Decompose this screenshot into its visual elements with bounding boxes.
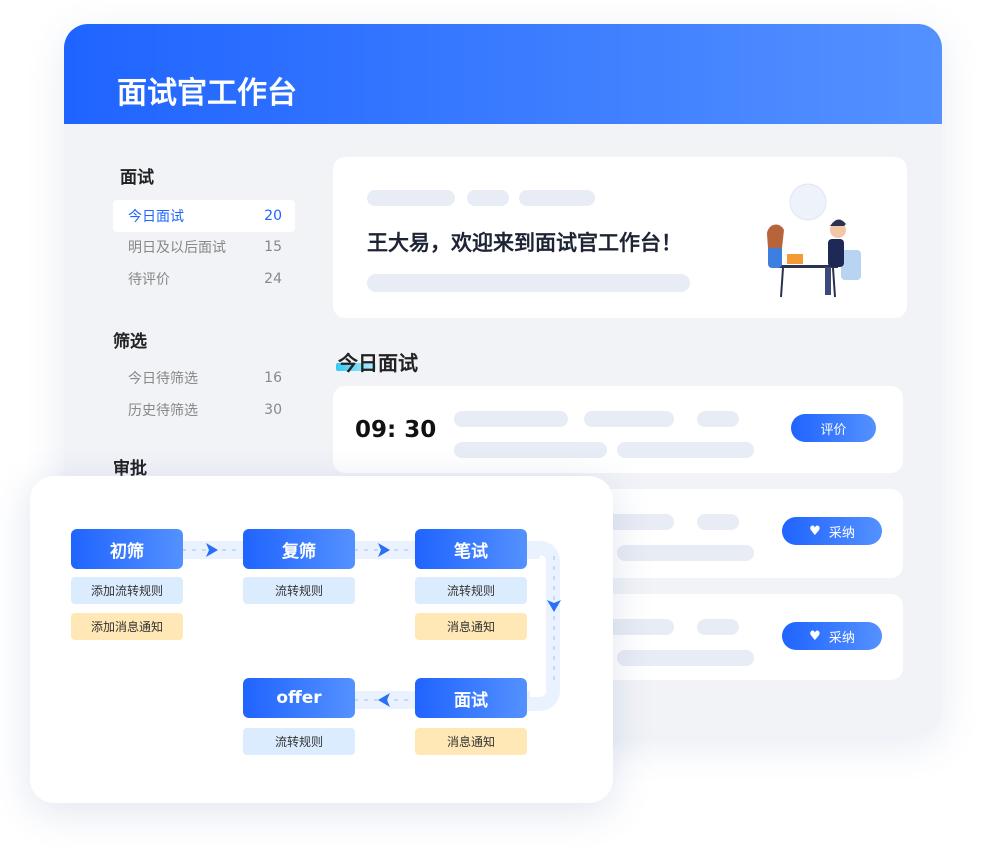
- item-label: 明日及以后面试: [128, 240, 226, 256]
- flow-node-interview[interactable]: 面试: [415, 678, 527, 718]
- add-rule-button[interactable]: 添加流转规则: [71, 577, 183, 604]
- item-count: 16: [264, 370, 282, 386]
- interview-time: 09: 30: [355, 417, 437, 443]
- item-count: 15: [264, 239, 282, 255]
- sidebar-section-screening: 筛选: [113, 332, 147, 352]
- sidebar-item-today-interview[interactable]: 今日面试 20: [113, 200, 295, 232]
- header: 面试官工作台: [64, 24, 942, 124]
- evaluate-button[interactable]: 评价: [791, 414, 876, 442]
- adopt-button[interactable]: ♥ 采纳: [782, 622, 882, 650]
- page-title: 面试官工作台: [117, 76, 297, 111]
- item-label: 历史待筛选: [128, 403, 198, 419]
- interview-illustration: [767, 183, 861, 298]
- notice-button[interactable]: 消息通知: [415, 728, 527, 755]
- process-flow-card: 初筛 添加流转规则 添加消息通知 复筛 流转规则 笔试 流转规则 消息通知 面试…: [30, 476, 613, 803]
- rule-button[interactable]: 流转规则: [415, 577, 527, 604]
- arrow-right-icon: [206, 543, 218, 557]
- adopt-button[interactable]: ♥ 采纳: [782, 517, 882, 545]
- sidebar-item-pending-review[interactable]: 待评价 24: [113, 263, 295, 295]
- heart-icon: ♥: [809, 628, 821, 644]
- arrow-right-icon: [378, 543, 390, 557]
- item-count: 20: [264, 208, 282, 224]
- sidebar-item-future-interview[interactable]: 明日及以后面试 15: [113, 231, 295, 263]
- flow-node-written-test[interactable]: 笔试: [415, 529, 527, 569]
- arrow-down-icon: [547, 600, 561, 612]
- item-label: 待评价: [128, 272, 170, 288]
- add-notice-button[interactable]: 添加消息通知: [71, 613, 183, 640]
- sidebar-item-today-screening[interactable]: 今日待筛选 16: [113, 362, 295, 394]
- sidebar-section-interview: 面试: [120, 168, 154, 188]
- flow-node-initial-screening[interactable]: 初筛: [71, 529, 183, 569]
- sidebar-item-history-screening[interactable]: 历史待筛选 30: [113, 394, 295, 426]
- item-count: 24: [264, 271, 282, 287]
- button-label: 采纳: [828, 630, 855, 646]
- heart-icon: ♥: [809, 523, 821, 539]
- welcome-text: 王大易，欢迎来到面试官工作台！: [367, 231, 682, 255]
- notice-button[interactable]: 消息通知: [415, 613, 527, 640]
- rule-button[interactable]: 流转规则: [243, 728, 355, 755]
- button-label: 采纳: [828, 525, 855, 541]
- item-label: 今日面试: [128, 209, 184, 225]
- rule-button[interactable]: 流转规则: [243, 577, 355, 604]
- flow-node-second-screening[interactable]: 复筛: [243, 529, 355, 569]
- flow-node-offer[interactable]: offer: [243, 678, 355, 718]
- section-heading: 今日面试: [338, 351, 418, 375]
- welcome-card: 王大易，欢迎来到面试官工作台！: [333, 157, 907, 318]
- item-label: 今日待筛选: [128, 371, 198, 387]
- item-count: 30: [264, 402, 282, 418]
- interview-row: 09: 30 评价: [333, 386, 903, 473]
- arrow-left-icon: [378, 693, 390, 707]
